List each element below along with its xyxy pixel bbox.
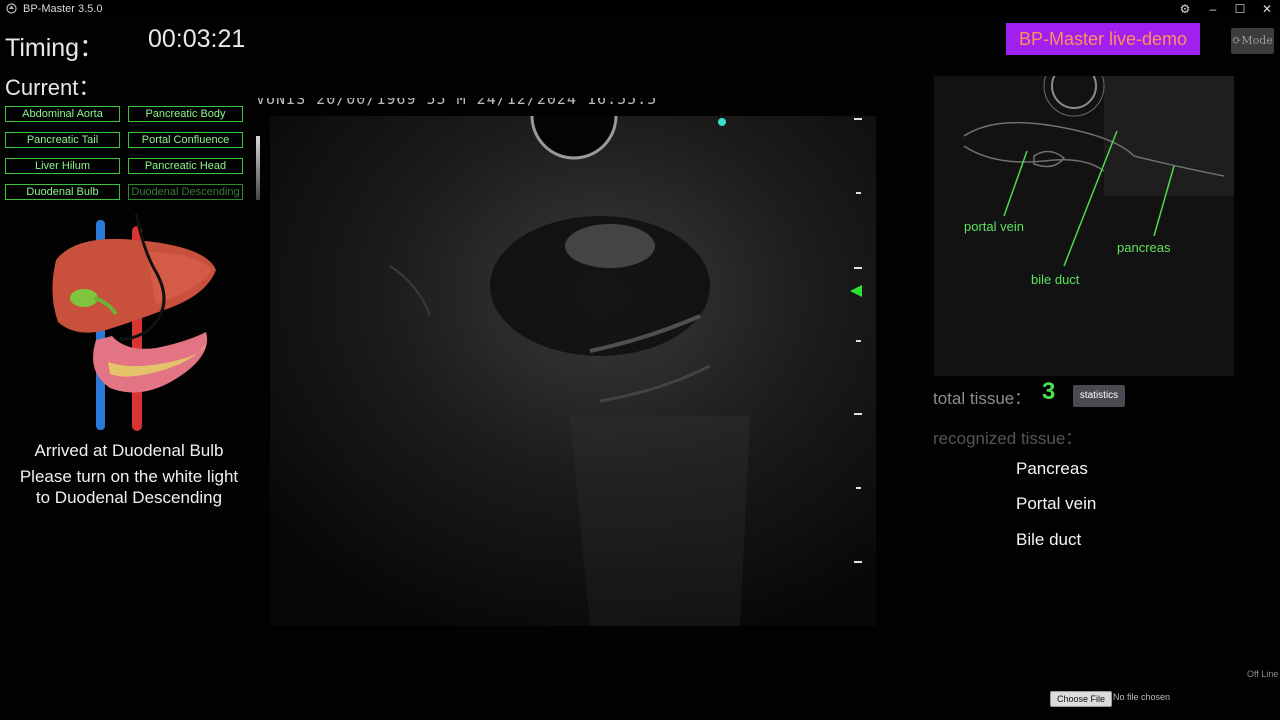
total-tissue-label: total tissue：	[933, 389, 1032, 408]
station-pancreatic-head[interactable]: Pancreatic Head	[128, 158, 243, 174]
depth-mark	[854, 561, 862, 563]
choose-file-button[interactable]: Choose File	[1050, 691, 1112, 707]
tissue-item-bile-duct: Bile duct	[1016, 530, 1082, 549]
ultrasound-image[interactable]	[270, 116, 876, 626]
app-logo-icon	[6, 3, 17, 14]
tissue-item-pancreas: Pancreas	[1016, 459, 1088, 478]
focus-marker-icon	[850, 285, 862, 297]
station-abdominal-aorta[interactable]: Abdominal Aorta	[5, 106, 120, 122]
station-pancreatic-body[interactable]: Pancreatic Body	[128, 106, 243, 122]
statistics-button[interactable]: statistics	[1073, 385, 1125, 407]
label-pancreas: pancreas	[1117, 240, 1171, 255]
station-portal-confluence[interactable]: Portal Confluence	[128, 132, 243, 148]
title-bar: BP-Master 3.5.0 ⚙ – ☐ ✕	[0, 0, 1280, 18]
timing-label: Timing：	[5, 34, 105, 62]
recognized-tissue-label: recognized tissue：	[933, 429, 1083, 448]
arrived-message: Arrived at Duodenal Bulb	[34, 441, 224, 460]
depth-mark	[856, 340, 861, 342]
maximize-icon[interactable]: ☐	[1228, 1, 1252, 17]
station-pancreatic-tail[interactable]: Pancreatic Tail	[5, 132, 120, 148]
station-duodenal-bulb[interactable]: Duodenal Bulb	[5, 184, 120, 200]
ultrasound-header-clip: VUNIS 20/00/1969 55 M 24/12/2024 16:55:5	[256, 98, 876, 116]
depth-mark	[854, 267, 862, 269]
close-icon[interactable]: ✕	[1255, 1, 1279, 17]
live-demo-badge[interactable]: BP-Master live-demo	[1006, 23, 1200, 55]
anatomy-illustration	[52, 213, 216, 431]
cyan-dot-icon	[718, 118, 726, 126]
depth-mark	[854, 413, 862, 415]
instruction-line-2: to Duodenal Descending	[35, 488, 223, 507]
station-scrollbar[interactable]	[256, 136, 260, 200]
total-tissue-count: 3	[1042, 378, 1056, 405]
current-label: Current：	[5, 75, 101, 100]
station-liver-hilum[interactable]: Liver Hilum	[5, 158, 120, 174]
file-status-text: No file chosen	[1113, 692, 1171, 702]
app-window: BP-Master 3.5.0 ⚙ – ☐ ✕ Timing： 00:03:21…	[0, 0, 1280, 720]
tissue-item-portal-vein: Portal vein	[1016, 494, 1097, 513]
depth-mark	[856, 192, 861, 194]
depth-mark	[856, 487, 861, 489]
label-portal-vein: portal vein	[964, 219, 1024, 234]
offline-status: Off Line	[1247, 669, 1279, 679]
mode-button[interactable]: ⟳Mode	[1231, 28, 1274, 54]
ultrasound-header: VUNIS 20/00/1969 55 M 24/12/2024 16:55:5	[256, 98, 658, 108]
ultrasound-texture	[270, 116, 876, 626]
gear-icon[interactable]: ⚙	[1173, 1, 1197, 17]
instruction-line-1: Please turn on the white light	[19, 467, 239, 486]
station-duodenal-descending[interactable]: Duodenal Descending	[128, 184, 243, 200]
window-title: BP-Master 3.5.0	[23, 3, 103, 15]
minimize-icon[interactable]: –	[1201, 1, 1225, 17]
reference-image-panel: portal vein bile duct pancreas	[934, 76, 1234, 376]
depth-mark	[854, 118, 862, 120]
label-bile-duct: bile duct	[1031, 272, 1080, 287]
timer-value: 00:03:21	[148, 25, 246, 53]
